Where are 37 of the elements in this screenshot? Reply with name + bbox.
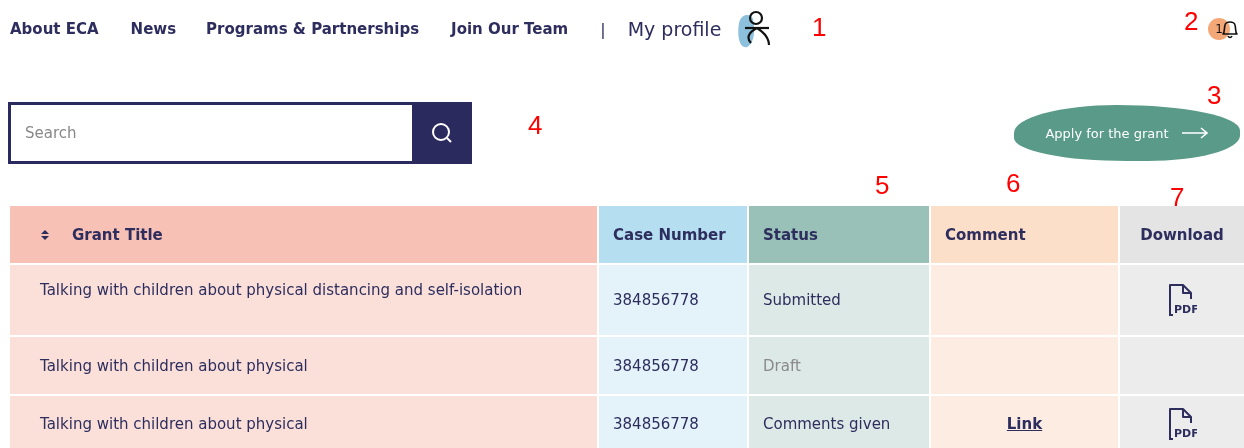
nav-link[interactable]: News: [130, 20, 177, 38]
annotation-number: 2: [1184, 8, 1199, 34]
search-button[interactable]: [412, 102, 472, 164]
bell-icon: [1220, 18, 1240, 40]
search-icon: [430, 121, 454, 145]
nav-separator: |: [600, 19, 606, 39]
grant-title: Talking with children about physical distancing and self-isolation: [40, 281, 523, 299]
annotation-number: 3: [1207, 82, 1222, 108]
annotation-number: 1: [812, 14, 827, 40]
nav-link[interactable]: Programs & Partnerships: [206, 20, 420, 38]
table-cell: Comments given: [749, 396, 929, 448]
annotation-number: 6: [1006, 170, 1021, 196]
column-title: Download: [1140, 225, 1224, 244]
grant-title: Talking with children about physical: [40, 356, 308, 375]
nav-link[interactable]: Join Our Team: [451, 20, 569, 38]
search-field[interactable]: Search: [8, 102, 412, 164]
table-cell: Submitted: [749, 265, 929, 335]
table-cell: 384856778: [599, 396, 747, 448]
column-title: Case Number: [613, 225, 726, 244]
nav-link[interactable]: About ECA: [10, 20, 99, 38]
table-cell: 384856778: [599, 337, 747, 394]
column-header[interactable]: Grant Title: [10, 206, 597, 263]
notification-button[interactable]: 1: [1208, 15, 1240, 43]
column-title: Status: [763, 225, 818, 244]
grant-title: Talking with children about physical: [40, 415, 308, 433]
sort-icon[interactable]: [40, 228, 50, 241]
column-title: Grant Title: [72, 225, 163, 244]
column-title: Comment: [945, 225, 1026, 244]
annotation-number: 7: [1170, 184, 1185, 210]
arrow-icon: [1180, 127, 1209, 139]
notification-count: 1: [1208, 18, 1230, 40]
table-cell: 384856778: [599, 265, 747, 335]
annotation-number: 5: [875, 172, 890, 198]
profile-link[interactable]: My profile: [627, 18, 722, 40]
annotation-number: 4: [528, 112, 543, 138]
table-cell: Draft: [749, 337, 929, 394]
comment-link[interactable]: Link: [1006, 415, 1043, 433]
